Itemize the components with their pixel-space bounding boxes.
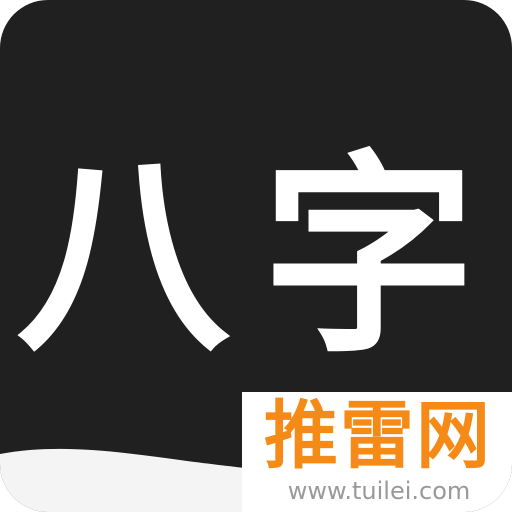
watermark-logo: 推雷网 (264, 393, 492, 479)
watermark-url: www.tuilei.com (287, 477, 471, 505)
title-character-zi: 字 (262, 131, 476, 382)
app-icon[interactable]: 八 字 推雷网 www.tuilei.com (0, 0, 512, 512)
watermark: 推雷网 www.tuilei.com (242, 392, 512, 512)
title-character-ba: 八 (16, 131, 230, 382)
